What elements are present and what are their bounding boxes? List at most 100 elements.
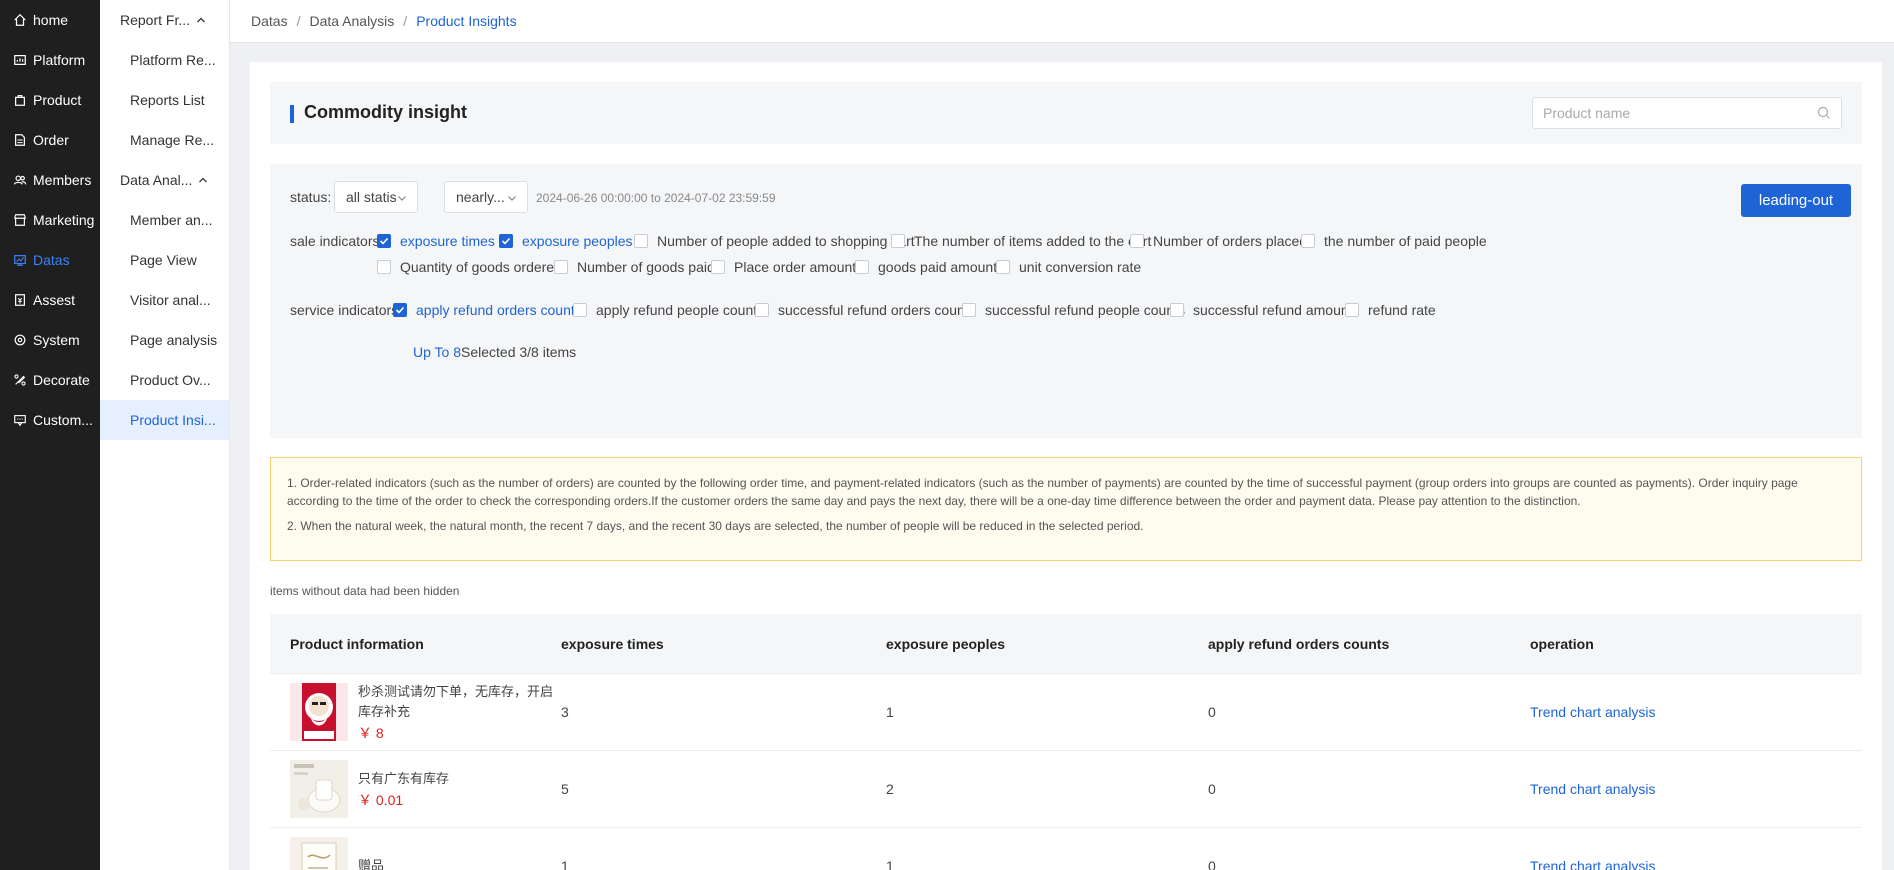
checkbox-goods-paid-amount[interactable]: goods paid amount (855, 259, 997, 275)
checkbox-label: successful refund amount (1193, 302, 1353, 318)
checkbox-goods-paid[interactable]: Number of goods paid (554, 259, 715, 275)
checkbox-label: the number of paid people (1324, 233, 1487, 249)
subnav-item-reports-list[interactable]: Reports List (100, 80, 229, 120)
breadcrumb-product-insights: Product Insights (416, 13, 517, 29)
nav-item-members[interactable]: Members (0, 160, 100, 200)
checkbox-orders-placed[interactable]: Number of orders placed (1130, 233, 1307, 249)
checkbox-people-added-to-cart[interactable]: Number of people added to shopping cart (634, 233, 915, 249)
checkbox-box[interactable] (393, 303, 407, 317)
subnav-item-member-analysis[interactable]: Member an... (100, 200, 229, 240)
checkbox-unit-conversion-rate[interactable]: unit conversion rate (996, 259, 1141, 275)
checkbox-paid-people[interactable]: the number of paid people (1301, 233, 1487, 249)
col-exposure-times: exposure times (561, 635, 664, 652)
nav-item-order[interactable]: Order (0, 120, 100, 160)
subnav-item-manage-reports[interactable]: Manage Re... (100, 120, 229, 160)
export-button[interactable]: leading-out (1741, 184, 1851, 217)
nav-item-custom[interactable]: Custom... (0, 400, 100, 440)
search-icon[interactable] (1817, 106, 1831, 120)
checkbox-box[interactable] (962, 303, 976, 317)
checkbox-apply-refund-people[interactable]: apply refund people counts (573, 302, 764, 318)
nav-item-system[interactable]: System (0, 320, 100, 360)
nav-item-decorate[interactable]: Decorate (0, 360, 100, 400)
subnav-item-platform-reports[interactable]: Platform Re... (100, 40, 229, 80)
checkbox-apply-refund-orders[interactable]: apply refund orders counts (393, 302, 582, 318)
trend-chart-link[interactable]: Trend chart analysis (1530, 704, 1656, 720)
breadcrumb-datas[interactable]: Datas (251, 13, 288, 29)
nav-item-marketing[interactable]: Marketing (0, 200, 100, 240)
breadcrumb-data-analysis[interactable]: Data Analysis (309, 13, 394, 29)
subnav-item-visitor-analysis[interactable]: Visitor anal... (100, 280, 229, 320)
subnav-item-product-overview[interactable]: Product Ov... (100, 360, 229, 400)
checkbox-box[interactable] (573, 303, 587, 317)
checkbox-items-added-to-cart[interactable]: The number of items added to the cart (891, 233, 1151, 249)
subnav-group-report-forms[interactable]: Report Fr... (100, 0, 229, 40)
product-name-input[interactable] (1533, 98, 1803, 128)
product-thumbnail[interactable] (290, 683, 348, 741)
secondary-sidebar: Report Fr... Platform Re... Reports List… (100, 0, 230, 870)
subnav-group-data-analysis[interactable]: Data Anal... (100, 160, 229, 200)
checkbox-successful-refund-amount[interactable]: successful refund amount (1170, 302, 1353, 318)
selection-limit: Up To 8Selected 3/8 items (413, 344, 576, 360)
checkbox-exposure-times[interactable]: exposure times (377, 233, 495, 249)
status-select[interactable]: all statis (334, 181, 418, 213)
nav-label: Custom... (33, 412, 93, 428)
checkbox-exposure-peoples[interactable]: exposure peoples (499, 233, 633, 249)
checkbox-box[interactable] (1301, 234, 1315, 248)
bag-icon (12, 92, 28, 108)
document-icon (12, 132, 28, 148)
checkbox-box[interactable] (855, 260, 869, 274)
subnav-item-label: Page View (130, 252, 197, 268)
checkbox-box[interactable] (377, 260, 391, 274)
cell-exposure-times: 3 (561, 704, 569, 720)
subnav-group-label: Data Anal... (120, 172, 193, 188)
checkbox-label: Number of goods paid (577, 259, 715, 275)
main-card: Commodity insight status: all statis nea… (250, 62, 1882, 870)
checkbox-box[interactable] (711, 260, 725, 274)
checkbox-successful-refund-orders[interactable]: successful refund orders counts (755, 302, 976, 318)
nav-item-product[interactable]: Product (0, 80, 100, 120)
trend-chart-link[interactable]: Trend chart analysis (1530, 858, 1656, 870)
checkbox-box[interactable] (1130, 234, 1144, 248)
product-cell: 秒杀测试请勿下单，无库存，开启库存补充 ￥ 8 (270, 682, 561, 743)
subnav-item-page-analysis[interactable]: Page analysis (100, 320, 229, 360)
checkbox-refund-rate[interactable]: refund rate (1345, 302, 1436, 318)
checkbox-box[interactable] (554, 260, 568, 274)
brush-icon (12, 372, 28, 388)
sale-indicators-label: sale indicators: (290, 233, 384, 249)
checkbox-quantity-ordered[interactable]: Quantity of goods ordered (377, 259, 562, 275)
cell-exposure-peoples: 1 (886, 858, 894, 870)
product-thumbnail[interactable] (290, 837, 348, 870)
users-icon (12, 172, 28, 188)
hidden-items-note: items without data had been hidden (270, 584, 460, 598)
checkbox-box[interactable] (996, 260, 1010, 274)
checkbox-box[interactable] (499, 234, 513, 248)
product-price: ￥ 0.01 (358, 791, 404, 808)
page-header: Commodity insight (270, 82, 1862, 144)
subnav-item-product-insights[interactable]: Product Insi... (100, 400, 229, 440)
checkbox-box[interactable] (1345, 303, 1359, 317)
title-accent-bar (290, 105, 294, 123)
table-row: 赠品 1 1 0 Trend chart analysis (270, 828, 1862, 870)
cell-refund-orders: 0 (1208, 704, 1216, 720)
checkbox-box[interactable] (1170, 303, 1184, 317)
nav-label: Decorate (33, 372, 90, 388)
checkbox-successful-refund-people[interactable]: successful refund people counts (962, 302, 1185, 318)
nav-item-home[interactable]: home (0, 0, 100, 40)
status-label: status: (290, 189, 332, 205)
period-select[interactable]: nearly... (444, 181, 528, 213)
checkbox-box[interactable] (891, 234, 905, 248)
notice-box: 1. Order-related indicators (such as the… (270, 457, 1862, 561)
nav-label: Members (33, 172, 92, 188)
nav-item-assest[interactable]: Assest (0, 280, 100, 320)
checkbox-place-order-amount[interactable]: Place order amount (711, 259, 856, 275)
nav-item-platform[interactable]: Platform (0, 40, 100, 80)
product-thumbnail[interactable] (290, 760, 348, 818)
checkbox-box[interactable] (377, 234, 391, 248)
subnav-item-page-view[interactable]: Page View (100, 240, 229, 280)
col-apply-refund-orders: apply refund orders counts (1208, 635, 1390, 652)
checkbox-box[interactable] (755, 303, 769, 317)
col-operation: operation (1530, 635, 1594, 652)
checkbox-box[interactable] (634, 234, 648, 248)
trend-chart-link[interactable]: Trend chart analysis (1530, 781, 1656, 797)
nav-item-datas[interactable]: Datas (0, 240, 100, 280)
